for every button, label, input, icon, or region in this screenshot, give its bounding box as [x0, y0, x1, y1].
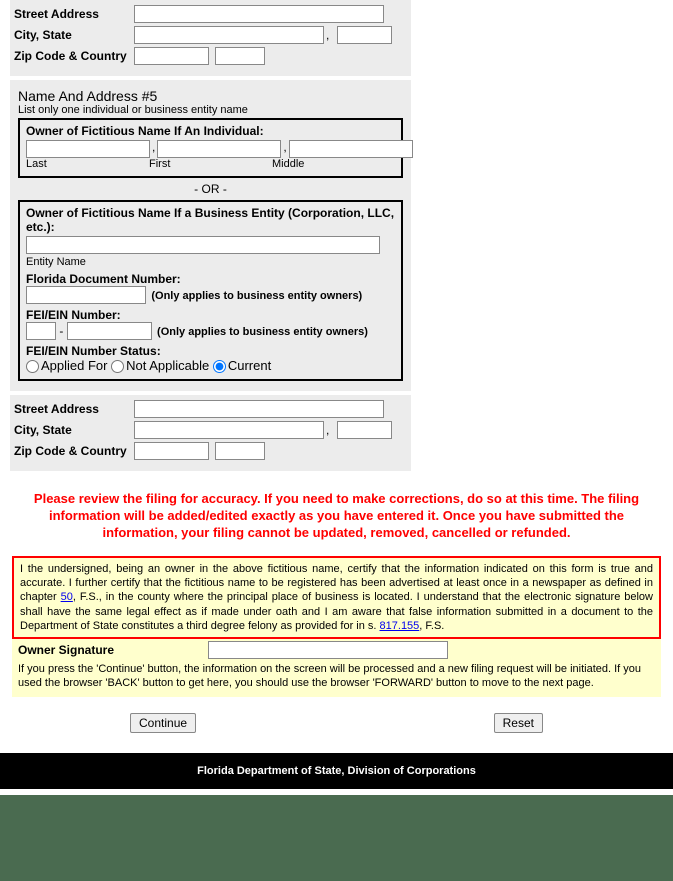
city-input-5[interactable] — [134, 421, 324, 439]
owner-entity-heading: Owner of Fictitious Name If a Business E… — [26, 206, 395, 234]
middle-name-input[interactable] — [289, 140, 413, 158]
fei-status-label: FEI/EIN Number Status: — [26, 344, 395, 358]
section-5-sub: List only one individual or business ent… — [18, 104, 403, 116]
city-state-label: City, State — [14, 28, 134, 42]
green-footer — [0, 795, 673, 881]
or-separator: - OR - — [14, 182, 407, 196]
fl-doc-input[interactable] — [26, 286, 146, 304]
signature-row: Owner Signature — [12, 639, 661, 661]
street-label-5: Street Address — [14, 402, 134, 416]
fei-input-1[interactable] — [26, 322, 56, 340]
zip-country-label: Zip Code & Country — [14, 49, 134, 63]
section-5-title: Name And Address #5 — [18, 88, 403, 104]
owner-individual-heading: Owner of Fictitious Name If An Individua… — [26, 124, 395, 138]
radio-applied-for[interactable]: Applied For — [26, 358, 107, 373]
address-block-5: Street Address City, State , Zip Code & … — [10, 395, 411, 471]
country-input-5[interactable] — [215, 442, 265, 460]
country-input[interactable] — [215, 47, 265, 65]
signature-input[interactable] — [208, 641, 448, 659]
owner-entity-box: Owner of Fictitious Name If a Business E… — [18, 200, 403, 381]
city-state-label-5: City, State — [14, 423, 134, 437]
footer-bar: Florida Department of State, Division of… — [0, 753, 673, 789]
fei-label: FEI/EIN Number: — [26, 308, 395, 322]
signature-label: Owner Signature — [18, 643, 208, 657]
entity-name-input[interactable] — [26, 236, 380, 254]
street-input-5[interactable] — [134, 400, 384, 418]
owner-individual-box: Owner of Fictitious Name If An Individua… — [18, 118, 403, 178]
zip-country-label-5: Zip Code & Country — [14, 444, 134, 458]
reset-button[interactable]: Reset — [494, 713, 543, 733]
fl-doc-label: Florida Document Number: — [26, 272, 395, 286]
entity-name-label: Entity Name — [26, 256, 395, 268]
review-notice: Please review the filing for accuracy. I… — [18, 491, 655, 542]
owner-section-5: Name And Address #5 List only one indivi… — [10, 80, 411, 391]
continue-note: If you press the 'Continue' button, the … — [12, 661, 661, 697]
middle-label: Middle — [272, 158, 395, 170]
fei-help: (Only applies to business entity owners) — [157, 326, 368, 338]
zip-input-5[interactable] — [134, 442, 209, 460]
last-label: Last — [26, 158, 149, 170]
state-input-5[interactable] — [337, 421, 392, 439]
radio-current[interactable]: Current — [213, 358, 271, 373]
radio-not-applicable[interactable]: Not Applicable — [111, 358, 209, 373]
link-chapter-50[interactable]: 50 — [61, 591, 73, 603]
fei-input-2[interactable] — [67, 322, 152, 340]
fl-doc-help: (Only applies to business entity owners) — [151, 290, 362, 302]
first-label: First — [149, 158, 272, 170]
last-name-input[interactable] — [26, 140, 150, 158]
street-label: Street Address — [14, 7, 134, 21]
certification-box: I the undersigned, being an owner in the… — [12, 556, 661, 639]
address-block-4: Street Address City, State , Zip Code & … — [10, 0, 411, 76]
city-input[interactable] — [134, 26, 324, 44]
street-input[interactable] — [134, 5, 384, 23]
link-817-155[interactable]: 817.155 — [380, 620, 420, 632]
state-input[interactable] — [337, 26, 392, 44]
zip-input[interactable] — [134, 47, 209, 65]
first-name-input[interactable] — [157, 140, 281, 158]
continue-button[interactable]: Continue — [130, 713, 196, 733]
